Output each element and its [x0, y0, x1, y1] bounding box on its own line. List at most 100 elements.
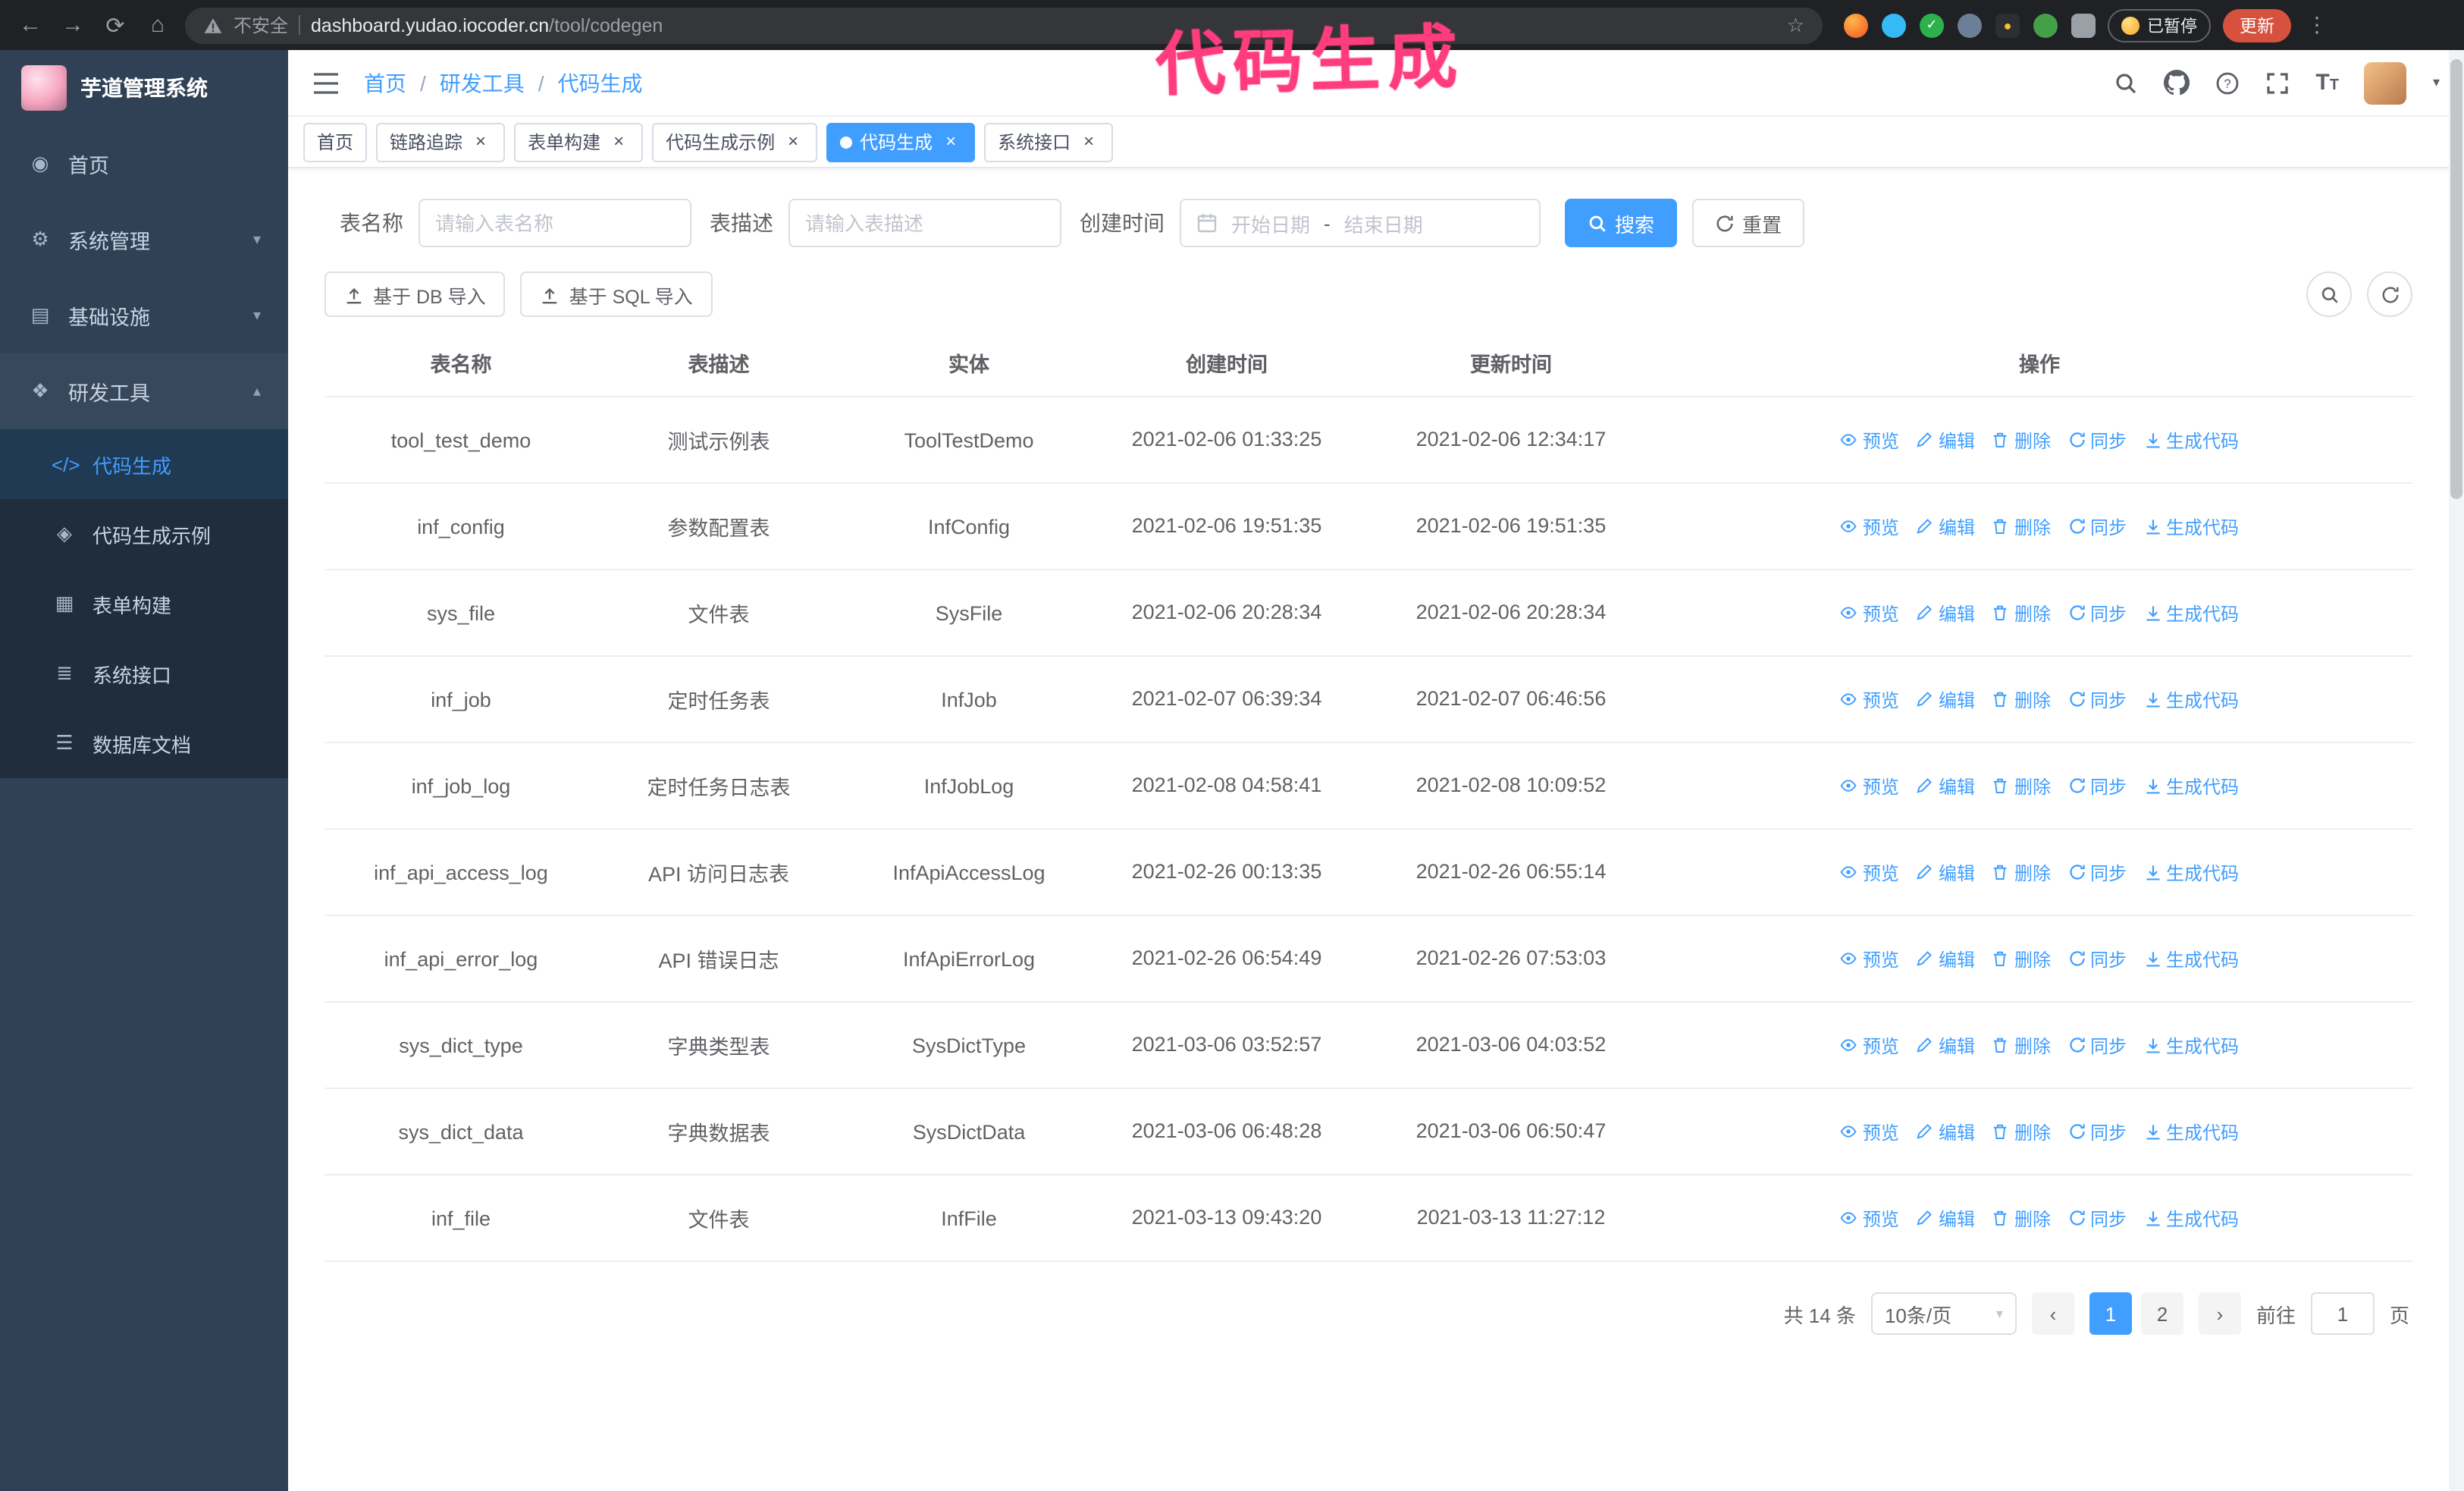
user-avatar[interactable] — [2364, 61, 2407, 104]
puzzle-extension-icon[interactable] — [2071, 13, 2096, 37]
next-page-button[interactable]: › — [2198, 1292, 2241, 1335]
tab[interactable]: 首页 — [303, 122, 368, 162]
home-icon[interactable]: ⌂ — [143, 12, 173, 38]
delete-action[interactable]: 删除 — [1992, 600, 2051, 626]
date-range-picker[interactable]: 开始日期 - 结束日期 — [1180, 199, 1541, 247]
extension-icon[interactable]: ✓ — [1920, 13, 1944, 37]
tab[interactable]: 系统接口 × — [984, 122, 1114, 162]
breadcrumb-item[interactable]: 研发工具 — [440, 67, 525, 98]
generate-code-action[interactable]: 生成代码 — [2143, 1032, 2239, 1058]
tab-close-icon[interactable]: × — [782, 130, 804, 152]
sync-action[interactable]: 同步 — [2067, 1119, 2127, 1144]
generate-code-action[interactable]: 生成代码 — [2143, 1119, 2239, 1144]
table-desc-input[interactable] — [788, 199, 1061, 247]
tab-close-icon[interactable]: × — [608, 130, 629, 152]
preview-action[interactable]: 预览 — [1840, 1032, 1899, 1058]
page-button-1[interactable]: 1 — [2089, 1292, 2132, 1335]
edit-action[interactable]: 编辑 — [1916, 773, 1975, 799]
refresh-button[interactable] — [2367, 272, 2412, 317]
edit-action[interactable]: 编辑 — [1916, 859, 1975, 885]
generate-code-action[interactable]: 生成代码 — [2143, 773, 2239, 799]
browser-update-button[interactable]: 更新 — [2223, 8, 2291, 42]
import-db-button[interactable]: 基于 DB 导入 — [324, 272, 506, 317]
search-button[interactable]: 搜索 — [1565, 199, 1678, 247]
page-size-select[interactable]: 10条/页 ▾ — [1870, 1292, 2017, 1335]
sidebar-subitem-code[interactable]: </> 代码生成 — [0, 429, 288, 499]
extension-icon[interactable] — [1882, 13, 1906, 37]
delete-action[interactable]: 删除 — [1992, 1119, 2051, 1144]
sync-action[interactable]: 同步 — [2067, 1032, 2127, 1058]
sidebar-item-infra[interactable]: ▤ 基础设施 ▾ — [0, 278, 288, 353]
paused-badge[interactable]: 已暂停 — [2108, 8, 2211, 42]
table-name-input[interactable] — [419, 199, 691, 247]
menu-fold-icon[interactable] — [312, 72, 340, 93]
delete-action[interactable]: 删除 — [1992, 686, 2051, 712]
sidebar-subitem-badge[interactable]: ◈ 代码生成示例 — [0, 499, 288, 569]
preview-action[interactable]: 预览 — [1840, 600, 1899, 626]
back-icon[interactable]: ← — [15, 12, 45, 38]
import-sql-button[interactable]: 基于 SQL 导入 — [520, 272, 713, 317]
reset-button[interactable]: 重置 — [1692, 199, 1805, 247]
font-size-icon[interactable]: TT — [2315, 70, 2339, 96]
sync-action[interactable]: 同步 — [2067, 686, 2127, 712]
scrollbar-thumb[interactable] — [2450, 59, 2462, 499]
tab-close-icon[interactable]: × — [1078, 130, 1099, 152]
sync-action[interactable]: 同步 — [2067, 600, 2127, 626]
extension-icon[interactable]: ● — [1995, 13, 2020, 37]
app-logo[interactable]: 芋道管理系统 — [0, 50, 288, 126]
edit-action[interactable]: 编辑 — [1916, 513, 1975, 539]
toggle-search-button[interactable] — [2306, 272, 2352, 317]
preview-action[interactable]: 预览 — [1840, 686, 1899, 712]
delete-action[interactable]: 删除 — [1992, 773, 2051, 799]
sidebar-item-tools[interactable]: ❖ 研发工具 ▴ — [0, 353, 288, 429]
breadcrumb-item[interactable]: 首页 — [364, 67, 406, 98]
forward-icon[interactable]: → — [58, 12, 88, 38]
edit-action[interactable]: 编辑 — [1916, 1205, 1975, 1231]
generate-code-action[interactable]: 生成代码 — [2143, 859, 2239, 885]
edit-action[interactable]: 编辑 — [1916, 1119, 1975, 1144]
sidebar-subitem-db[interactable]: ☰ 数据库文档 — [0, 708, 288, 778]
generate-code-action[interactable]: 生成代码 — [2143, 513, 2239, 539]
sync-action[interactable]: 同步 — [2067, 427, 2127, 453]
delete-action[interactable]: 删除 — [1992, 859, 2051, 885]
preview-action[interactable]: 预览 — [1840, 1119, 1899, 1144]
sync-action[interactable]: 同步 — [2067, 1205, 2127, 1231]
extension-icon[interactable] — [2033, 13, 2058, 37]
address-bar[interactable]: 不安全 dashboard.yudao.iocoder.cn/tool/code… — [185, 7, 1823, 43]
fullscreen-icon[interactable] — [2265, 71, 2290, 95]
sync-action[interactable]: 同步 — [2067, 773, 2127, 799]
sync-action[interactable]: 同步 — [2067, 513, 2127, 539]
tab-close-icon[interactable]: × — [470, 130, 491, 152]
generate-code-action[interactable]: 生成代码 — [2143, 1205, 2239, 1231]
sidebar-subitem-api[interactable]: ≣ 系统接口 — [0, 639, 288, 708]
browser-menu-icon[interactable]: ⋮ — [2306, 12, 2328, 38]
edit-action[interactable]: 编辑 — [1916, 600, 1975, 626]
delete-action[interactable]: 删除 — [1992, 427, 2051, 453]
reload-icon[interactable]: ⟳ — [100, 11, 130, 39]
generate-code-action[interactable]: 生成代码 — [2143, 686, 2239, 712]
preview-action[interactable]: 预览 — [1840, 859, 1899, 885]
preview-action[interactable]: 预览 — [1840, 1205, 1899, 1231]
preview-action[interactable]: 预览 — [1840, 513, 1899, 539]
sync-action[interactable]: 同步 — [2067, 946, 2127, 972]
edit-action[interactable]: 编辑 — [1916, 427, 1975, 453]
avatar-caret-icon[interactable]: ▾ — [2433, 74, 2440, 91]
sidebar-item-home[interactable]: ◉ 首页 — [0, 126, 288, 202]
delete-action[interactable]: 删除 — [1992, 1032, 2051, 1058]
search-icon[interactable] — [2114, 71, 2138, 95]
page-button-2[interactable]: 2 — [2140, 1292, 2183, 1335]
bookmark-star-icon[interactable]: ☆ — [1787, 13, 1804, 37]
extension-icon[interactable] — [1844, 13, 1868, 37]
sidebar-subitem-form[interactable]: ▦ 表单构建 — [0, 569, 288, 639]
tab-close-icon[interactable]: × — [940, 130, 961, 152]
delete-action[interactable]: 删除 — [1992, 1205, 2051, 1231]
github-icon[interactable] — [2164, 70, 2190, 96]
prev-page-button[interactable]: ‹ — [2031, 1292, 2074, 1335]
edit-action[interactable]: 编辑 — [1916, 1032, 1975, 1058]
tab[interactable]: 代码生成示例 × — [652, 122, 818, 162]
edit-action[interactable]: 编辑 — [1916, 946, 1975, 972]
generate-code-action[interactable]: 生成代码 — [2143, 427, 2239, 453]
help-icon[interactable]: ? — [2215, 71, 2240, 95]
sidebar-item-gear[interactable]: ⚙ 系统管理 ▾ — [0, 202, 288, 278]
tab[interactable]: 表单构建 × — [514, 122, 644, 162]
